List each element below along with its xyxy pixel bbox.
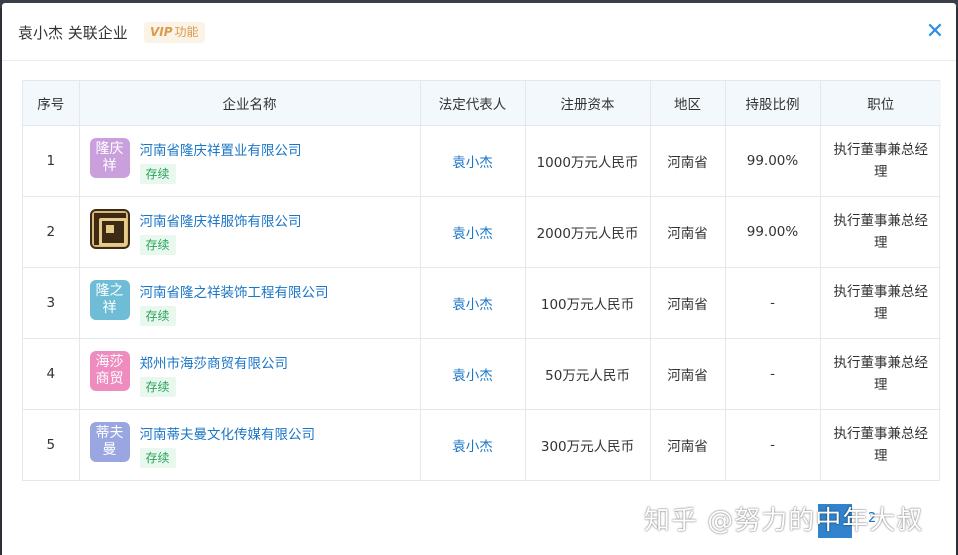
status-badge: 存续 <box>139 163 176 184</box>
modal-header: 袁小杰 关联企业 VIP 功能 ✕ <box>2 3 956 61</box>
table-row: 2 河南省隆庆祥服饰有限公司 存续 袁小杰 2000万元人民币 河南省 99.0… <box>23 196 941 268</box>
company-logo[interactable]: 隆庆祥 <box>89 137 130 178</box>
header-index[interactable]: 序号 <box>23 81 80 126</box>
header-legal-rep[interactable]: 法定代表人 <box>420 81 526 126</box>
company-logo[interactable]: 隆之祥 <box>89 279 130 320</box>
vip-label-strong: VIP <box>150 25 173 39</box>
header-position[interactable]: 职位 <box>820 81 941 126</box>
position: 执行董事兼总经理 <box>833 425 929 464</box>
brand-logo-image[interactable] <box>89 208 130 249</box>
vip-label: 功能 <box>174 25 199 39</box>
table-row: 5 蒂夫曼 河南蒂夫曼文化传媒有限公司 存续 袁小杰 300万元人民币 河南省 … <box>23 409 941 480</box>
company-cell: 海莎商贸 郑州市海莎商贸有限公司 存续 <box>79 338 421 410</box>
legal-rep-link[interactable]: 袁小杰 <box>420 196 526 268</box>
company-cell: 河南省隆庆祥服饰有限公司 存续 <box>79 196 421 268</box>
registered-capital: 1000万元人民币 <box>525 125 651 197</box>
share-ratio: - <box>725 409 821 480</box>
row-index: 1 <box>23 125 80 197</box>
company-cell: 隆庆祥 河南省隆庆祥置业有限公司 存续 <box>79 125 421 197</box>
region: 河南省 <box>650 196 726 268</box>
header-company-name[interactable]: 企业名称 <box>79 81 421 126</box>
row-index: 2 <box>23 196 80 268</box>
company-name-link[interactable]: 郑州市海莎商贸有限公司 <box>140 352 289 372</box>
table-row: 4 海莎商贸 郑州市海莎商贸有限公司 存续 袁小杰 50万元人民币 河南省 - … <box>23 338 941 410</box>
region: 河南省 <box>650 338 726 410</box>
company-name-link[interactable]: 河南蒂夫曼文化传媒有限公司 <box>140 423 316 443</box>
status-badge: 存续 <box>139 376 176 397</box>
table-row: 1 隆庆祥 河南省隆庆祥置业有限公司 存续 袁小杰 1000万元人民币 河南省 … <box>23 125 941 197</box>
vip-badge: VIP 功能 <box>144 22 205 43</box>
watermark: 知乎 @努力的中年大叔 <box>644 506 924 536</box>
registered-capital: 300万元人民币 <box>525 409 651 480</box>
registered-capital: 2000万元人民币 <box>525 196 651 268</box>
companies-table: 序号 企业名称 法定代表人 注册资本 地区 持股比例 职位 1 隆庆祥 河南省隆… <box>22 80 941 481</box>
header-capital[interactable]: 注册资本 <box>525 81 651 126</box>
share-ratio: - <box>725 267 821 339</box>
region: 河南省 <box>650 125 726 197</box>
position: 执行董事兼总经理 <box>820 338 941 410</box>
status-badge: 存续 <box>139 234 176 255</box>
table-row: 3 隆之祥 河南省隆之祥装饰工程有限公司 存续 袁小杰 100万元人民币 河南省… <box>23 267 941 339</box>
company-cell: 隆之祥 河南省隆之祥装饰工程有限公司 存续 <box>79 267 421 339</box>
position: 执行董事兼总经理 <box>820 125 941 197</box>
region: 河南省 <box>650 409 726 480</box>
share-ratio: 99.00% <box>725 196 821 268</box>
share-ratio: 99.00% <box>725 125 821 197</box>
company-logo[interactable]: 蒂夫曼 <box>89 421 130 462</box>
registered-capital: 100万元人民币 <box>525 267 651 339</box>
company-name-link[interactable]: 河南省隆庆祥服饰有限公司 <box>140 210 302 230</box>
modal-title: 袁小杰 关联企业 <box>18 24 128 42</box>
company-name-link[interactable]: 河南省隆之祥装饰工程有限公司 <box>140 281 329 301</box>
registered-capital: 50万元人民币 <box>525 338 651 410</box>
table-header-row: 序号 企业名称 法定代表人 注册资本 地区 持股比例 职位 <box>23 81 941 126</box>
legal-rep-link[interactable]: 袁小杰 <box>420 409 526 480</box>
legal-rep-link[interactable]: 袁小杰 <box>420 338 526 410</box>
company-name-link[interactable]: 河南省隆庆祥置业有限公司 <box>140 139 302 159</box>
position: 执行董事兼总经理 <box>820 267 941 339</box>
legal-rep-link[interactable]: 袁小杰 <box>420 267 526 339</box>
row-index: 4 <box>23 338 80 410</box>
close-icon[interactable]: ✕ <box>924 21 946 43</box>
company-logo[interactable]: 海莎商贸 <box>89 350 130 391</box>
row-index: 5 <box>23 409 80 480</box>
company-cell: 蒂夫曼 河南蒂夫曼文化传媒有限公司 存续 <box>79 409 421 480</box>
share-ratio: - <box>725 338 821 410</box>
status-badge: 存续 <box>139 305 176 326</box>
header-share[interactable]: 持股比例 <box>725 81 821 126</box>
header-region[interactable]: 地区 <box>650 81 726 126</box>
region: 河南省 <box>650 267 726 339</box>
related-companies-modal: 袁小杰 关联企业 VIP 功能 ✕ 序号 企业名称 法定代表人 注册资本 地区 … <box>2 3 956 555</box>
legal-rep-link[interactable]: 袁小杰 <box>420 125 526 197</box>
position: 执行董事兼总经理 <box>820 196 941 268</box>
status-badge: 存续 <box>139 447 176 468</box>
row-index: 3 <box>23 267 80 339</box>
